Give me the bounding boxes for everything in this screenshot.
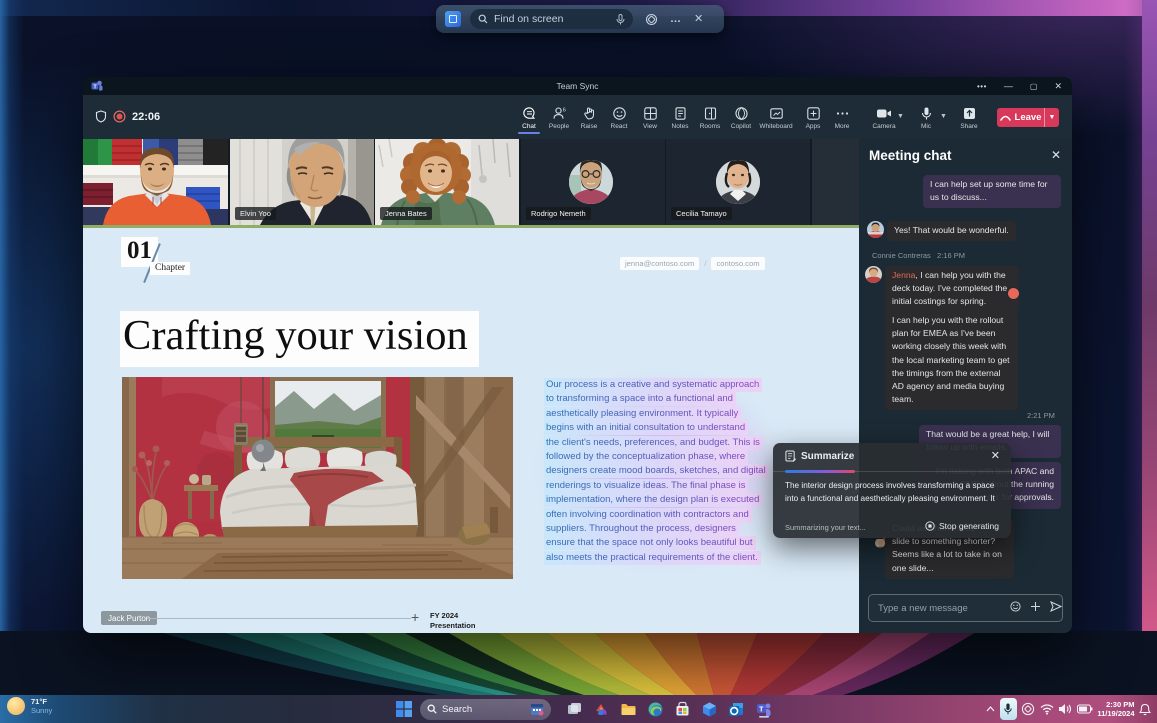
svg-text:6: 6 — [562, 107, 565, 113]
svg-text:T: T — [759, 706, 764, 713]
